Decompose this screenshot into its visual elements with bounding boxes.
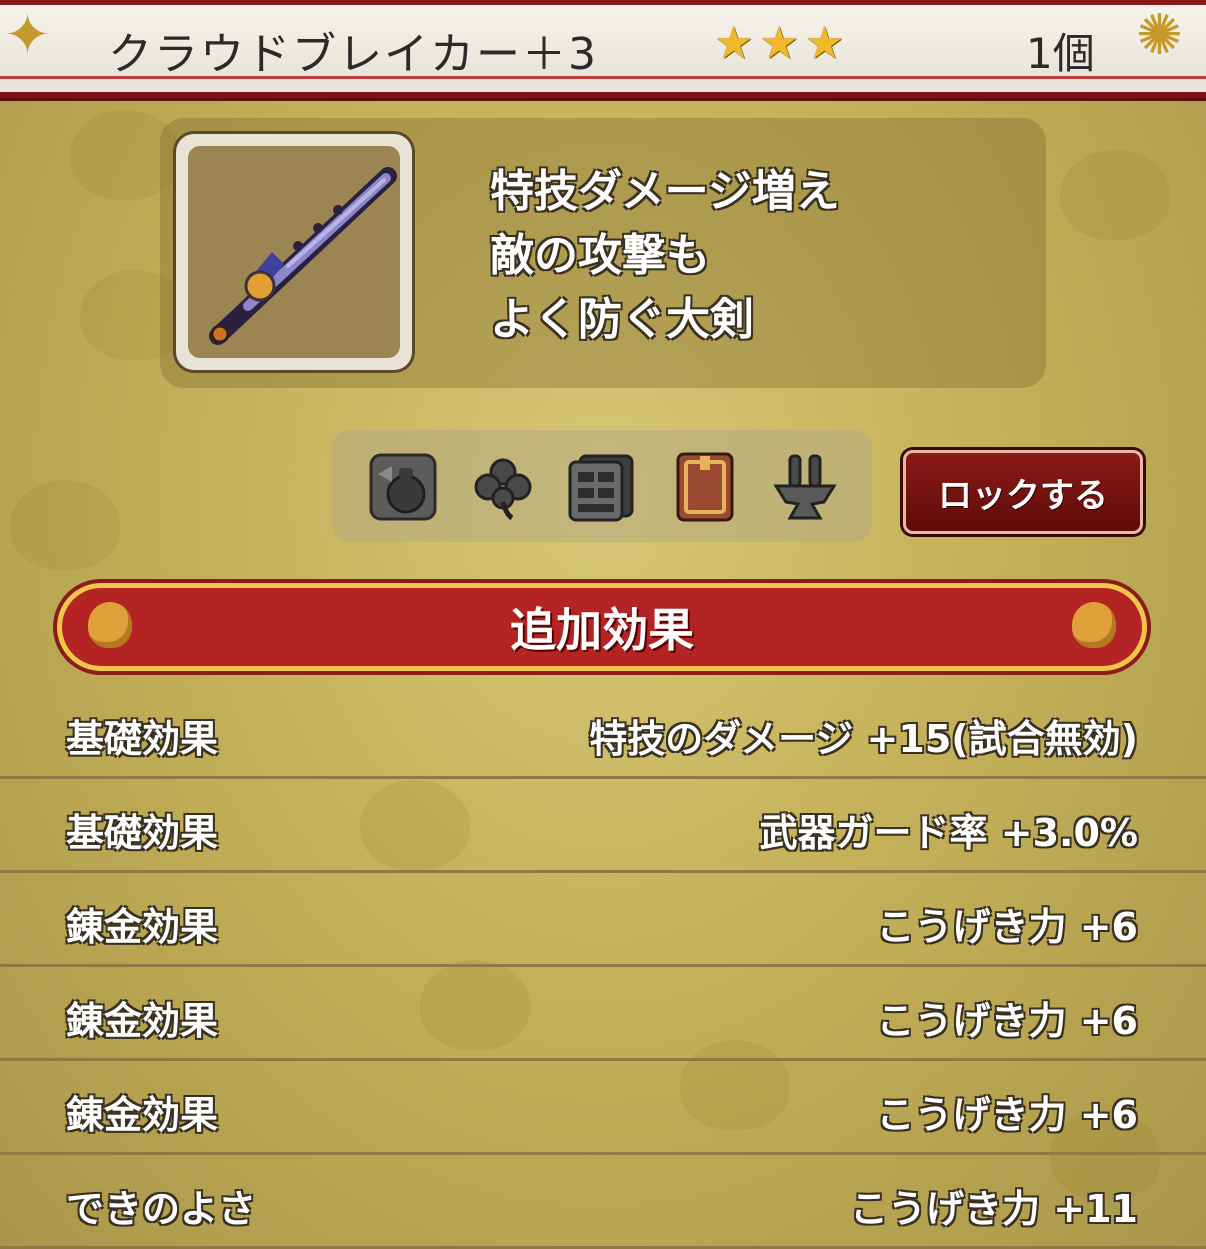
section-banner: 追加効果 bbox=[62, 588, 1142, 666]
effect-value: 特技のダメージ +15(試合無効) bbox=[589, 717, 1138, 761]
effect-value: 武器ガード率 +3.0% bbox=[759, 811, 1138, 855]
effect-value: こうげき力 +6 bbox=[876, 905, 1138, 949]
section-title: 追加効果 bbox=[510, 603, 694, 657]
star-icon: ★ bbox=[714, 18, 754, 69]
effect-row: 錬金効果 こうげき力 +6 bbox=[0, 966, 1206, 1061]
book-icon[interactable] bbox=[670, 452, 740, 522]
effect-row: 基礎効果 特技のダメージ +15(試合無効) bbox=[0, 684, 1206, 779]
star-icon: ★ bbox=[804, 18, 845, 69]
description-line: 敵の攻撃も bbox=[490, 230, 710, 281]
description-line: 特技ダメージ増え bbox=[490, 166, 840, 217]
item-description: 特技ダメージ増え 敵の攻撃も よく防ぐ大剣 bbox=[490, 160, 840, 352]
effect-label: 錬金効果 bbox=[66, 905, 219, 949]
bag-exchange-icon[interactable] bbox=[368, 452, 438, 522]
item-title: クラウドブレイカー＋3 bbox=[108, 29, 598, 80]
lock-button[interactable]: ロックする bbox=[903, 450, 1143, 534]
item-count: 1個 bbox=[1026, 29, 1095, 78]
slime-pattern bbox=[1060, 150, 1170, 240]
effect-label: 錬金効果 bbox=[66, 999, 219, 1043]
effect-value: こうげき力 +11 bbox=[850, 1187, 1138, 1231]
effect-value: こうげき力 +6 bbox=[876, 1093, 1138, 1137]
dragon-icon: ✺ bbox=[1136, 3, 1183, 68]
effect-label: 基礎効果 bbox=[66, 811, 219, 855]
description-line: よく防ぐ大剣 bbox=[490, 294, 754, 345]
effect-row: 基礎効果 武器ガード率 +3.0% bbox=[0, 778, 1206, 873]
slime-drop-icon bbox=[1072, 602, 1116, 648]
effect-label: 錬金効果 bbox=[66, 1093, 219, 1137]
dracky-icon: ✦ bbox=[4, 3, 51, 68]
item-header: ✦ クラウドブレイカー＋3 ★ ★ ★ 1個 ✺ bbox=[0, 0, 1206, 98]
effect-row: 錬金効果 こうげき力 +6 bbox=[0, 872, 1206, 967]
effect-label: できのよさ bbox=[66, 1187, 257, 1231]
rarity-stars: ★ ★ ★ bbox=[714, 22, 844, 66]
effect-row: 錬金効果 こうげき力 +6 bbox=[0, 1060, 1206, 1155]
sword-icon bbox=[209, 167, 397, 345]
effect-label: 基礎効果 bbox=[66, 717, 219, 761]
item-image-frame bbox=[176, 134, 412, 370]
item-image-background bbox=[188, 146, 400, 358]
effect-value: こうげき力 +6 bbox=[876, 999, 1138, 1043]
storage-drawer-icon[interactable] bbox=[566, 452, 636, 522]
clover-icon[interactable] bbox=[468, 452, 538, 522]
star-icon: ★ bbox=[759, 18, 799, 69]
effect-row: できのよさ こうげき力 +11 bbox=[0, 1154, 1206, 1249]
anvil-icon[interactable] bbox=[770, 452, 840, 522]
header-top-line bbox=[0, 0, 1206, 5]
slime-pattern bbox=[10, 480, 120, 570]
